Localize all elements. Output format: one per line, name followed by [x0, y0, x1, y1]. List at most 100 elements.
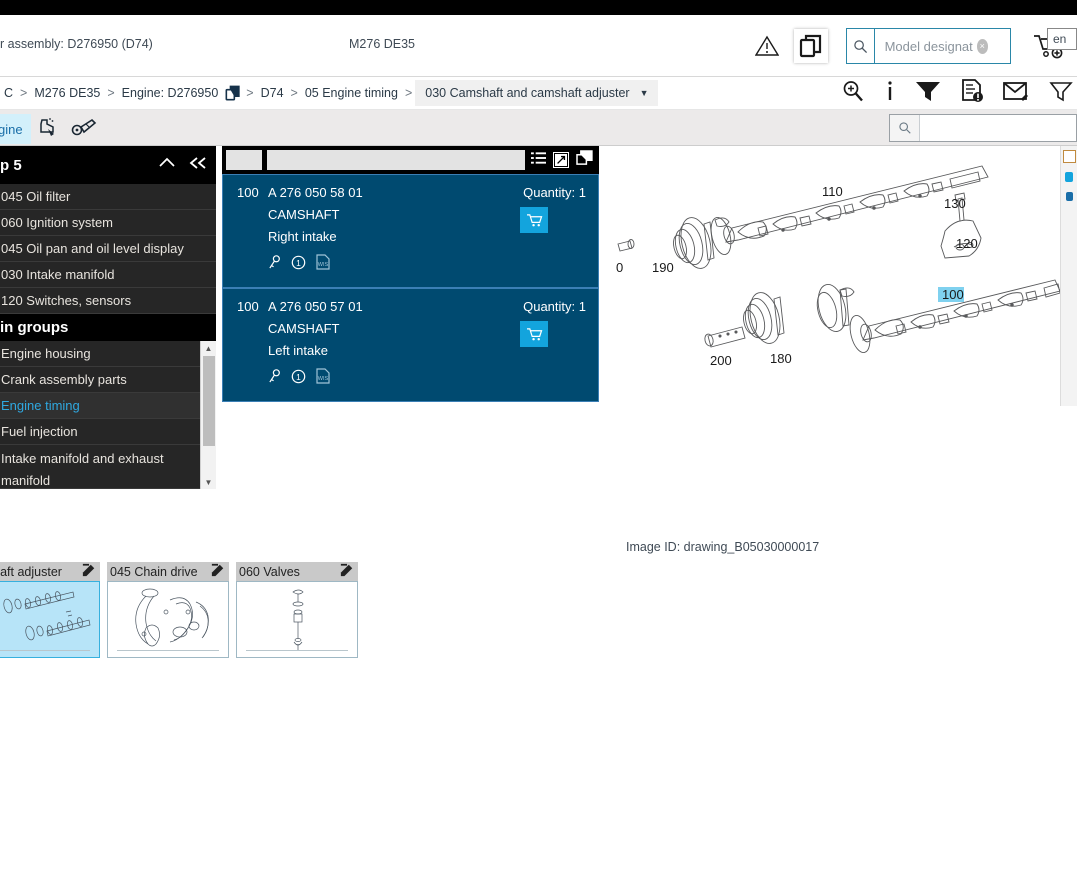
scrollbar-thumb[interactable] — [203, 356, 215, 446]
rail-marker-icon[interactable] — [1065, 192, 1073, 201]
wis-document-icon[interactable]: WIS — [316, 368, 330, 389]
chevron-up-icon[interactable] — [158, 156, 176, 174]
language-selector[interactable]: en — [1047, 28, 1077, 50]
tab-row: gine — [0, 110, 1077, 146]
part-card[interactable]: 100 A 276 050 58 01 CAMSHAFT Right intak… — [222, 174, 599, 288]
wis-document-icon[interactable]: WIS — [316, 254, 330, 275]
part-action-icons: 1 WIS — [268, 368, 586, 389]
copy-documents-icon[interactable] — [794, 29, 828, 63]
key-icon[interactable] — [268, 254, 281, 275]
funnel-outline-icon[interactable] — [1049, 79, 1073, 108]
warning-triangle-icon[interactable] — [750, 29, 784, 63]
right-toolbar-rail[interactable] — [1060, 146, 1077, 406]
breadcrumb-item-4[interactable]: 05 Engine timing — [301, 86, 402, 100]
document-alert-icon[interactable] — [960, 79, 984, 108]
filter-icon[interactable] — [915, 79, 941, 108]
sidebar-group-engine-timing[interactable]: Engine timing — [0, 393, 216, 419]
scroll-down-arrow-icon[interactable]: ▼ — [201, 475, 216, 489]
search-icon — [890, 115, 920, 141]
add-part-to-cart-button[interactable] — [520, 207, 548, 233]
parts-filter-input[interactable] — [267, 150, 525, 170]
search-icon — [847, 29, 875, 63]
tabrow-search-box[interactable] — [889, 114, 1077, 142]
sidebar-subheader: in groups — [0, 314, 216, 341]
note-1-icon[interactable]: 1 — [291, 369, 306, 389]
left-sidebar: p 5 045 Oil filter 060 Ignition system 0… — [0, 146, 216, 489]
sidebar-item-switches-sensors[interactable]: 120 Switches, sensors — [0, 288, 216, 314]
svg-text:1: 1 — [296, 257, 301, 267]
breadcrumb-item-3[interactable]: D74 — [257, 86, 288, 100]
callout-130: 130 — [944, 196, 966, 211]
thumbnail-item[interactable]: 045 Chain drive — [107, 562, 229, 658]
breadcrumb-toolbar — [841, 77, 1077, 110]
tools-icon[interactable] — [67, 113, 103, 143]
sidebar-group-intake-exhaust-manifold[interactable]: Intake manifold and exhaust manifold — [0, 445, 216, 489]
list-view-icon[interactable] — [531, 151, 546, 170]
key-icon[interactable] — [268, 368, 281, 389]
oil-can-icon[interactable] — [31, 113, 67, 143]
breadcrumb-item-1[interactable]: M276 DE35 — [30, 86, 104, 100]
sidebar-scrollbar[interactable]: ▲ ▼ — [200, 341, 216, 489]
chevron-down-icon: ▼ — [639, 88, 649, 98]
mail-edit-icon[interactable] — [1003, 79, 1030, 108]
zoom-in-icon[interactable] — [841, 79, 865, 108]
thumbnail-caption: 045 Chain drive — [107, 562, 229, 581]
sidebar-item-ignition-system[interactable]: 060 Ignition system — [0, 210, 216, 236]
part-quantity: Quantity: 1 — [523, 185, 586, 200]
tabrow-search-input[interactable] — [920, 116, 1070, 140]
duplicate-icon[interactable] — [576, 150, 593, 170]
rail-marker-icon[interactable] — [1065, 172, 1073, 182]
callout-0: 0 — [616, 260, 623, 275]
maximize-icon[interactable] — [553, 152, 569, 168]
sidebar-header: p 5 — [0, 146, 216, 184]
thumbnail-caption-label: 045 Chain drive — [110, 564, 198, 579]
edit-icon[interactable] — [211, 563, 225, 580]
camshaft-drawing[interactable]: 110 130 120 100 0 190 200 180 — [608, 146, 1060, 446]
sidebar-group-engine-housing[interactable]: Engine housing — [0, 341, 216, 367]
double-chevron-left-icon[interactable] — [188, 156, 208, 174]
sidebar-group-label: Engine timing — [1, 398, 80, 413]
breadcrumb-item-0[interactable]: C — [0, 86, 17, 100]
thumbnail-item[interactable]: Camshaft and camshaft adjuster — [0, 562, 100, 658]
callout-120: 120 — [956, 236, 978, 251]
model-search-box[interactable]: × — [846, 28, 1011, 64]
thumbnail-caption: Camshaft and camshaft adjuster — [0, 562, 100, 581]
sidebar-group-list: Engine housing Crank assembly parts Engi… — [0, 341, 216, 489]
quantity-label: Quantity: — [523, 185, 576, 200]
sidebar-item-intake-manifold[interactable]: 030 Intake manifold — [0, 262, 216, 288]
thumbnail-image[interactable] — [0, 581, 100, 658]
sidebar-group-fuel-injection[interactable]: Fuel injection — [0, 419, 216, 445]
technical-drawing-panel[interactable]: 110 130 120 100 0 190 200 180 Image ID: … — [608, 146, 1060, 862]
part-action-icons: 1 WIS — [268, 254, 586, 275]
tab-engine-label: gine — [0, 121, 23, 137]
part-card[interactable]: 100 A 276 050 57 01 CAMSHAFT Left intake… — [222, 288, 599, 402]
tab-engine[interactable]: gine — [0, 114, 31, 144]
scroll-up-arrow-icon[interactable]: ▲ — [201, 341, 216, 355]
sidebar-item-oil-filter[interactable]: 045 Oil filter — [0, 184, 216, 210]
svg-text:WIS: WIS — [318, 376, 329, 382]
add-part-to-cart-button[interactable] — [520, 321, 548, 347]
breadcrumb-copy-icon[interactable] — [225, 85, 241, 101]
thumbnail-image[interactable] — [236, 581, 358, 658]
part-number: A 276 050 58 01 — [268, 185, 363, 200]
thumbnail-image[interactable] — [107, 581, 229, 658]
edit-icon[interactable] — [340, 563, 354, 580]
edit-icon[interactable] — [82, 563, 96, 580]
thumbnail-item[interactable]: 060 Valves — [236, 562, 358, 658]
breadcrumb-item-2[interactable]: Engine: D276950 — [118, 86, 223, 100]
clear-search-icon[interactable]: × — [976, 38, 988, 54]
callout-180: 180 — [770, 351, 792, 366]
parts-panel-toolbar — [531, 150, 593, 170]
breadcrumb-bar: C > M276 DE35 > Engine: D276950 > D74 > … — [0, 77, 1077, 110]
rail-selection-icon[interactable] — [1062, 150, 1076, 163]
sidebar-group-crank-assembly-parts[interactable]: Crank assembly parts — [0, 367, 216, 393]
main-body: p 5 045 Oil filter 060 Ignition system 0… — [0, 146, 1077, 862]
sidebar-item-oil-pan[interactable]: 045 Oil pan and oil level display — [0, 236, 216, 262]
part-quantity: Quantity: 1 — [523, 299, 586, 314]
sidebar-item-label: 045 Oil pan and oil level display — [1, 241, 184, 256]
quantity-value: 1 — [578, 299, 586, 314]
breadcrumb-active-dropdown[interactable]: 030 Camshaft and camshaft adjuster ▼ — [415, 80, 659, 106]
note-1-icon[interactable]: 1 — [291, 255, 306, 275]
callout-110: 110 — [822, 184, 843, 199]
info-icon[interactable] — [884, 79, 896, 108]
